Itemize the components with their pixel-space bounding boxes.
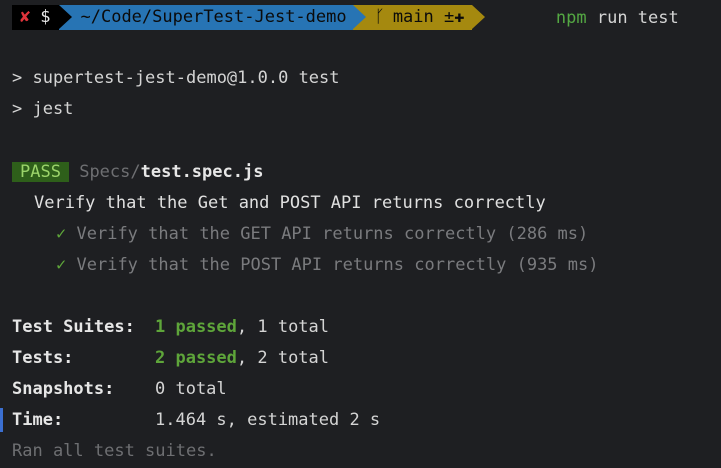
summary-total: , 2 total: [236, 348, 330, 368]
summary-label: Tests:: [12, 348, 74, 368]
command-program: npm: [555, 7, 587, 28]
npm-script-line: > supertest-jest-demo@1.0.0 test: [12, 68, 340, 88]
prompt-symbol: $: [40, 7, 51, 27]
prompt-git-segment: ᚴ main ±✚: [352, 5, 486, 30]
pass-badge: PASS: [12, 162, 69, 182]
shell-prompt: ✘ $ ~/Code/SuperTest-Jest-demo ᚴ main ±✚ n…: [12, 5, 679, 30]
spec-directory: Specs/: [79, 162, 141, 182]
summary-tests: Tests: 2 passed, 2 total: [12, 346, 329, 370]
error-status-icon: ✘: [20, 7, 31, 27]
prompt-directory-segment: ~/Code/SuperTest-Jest-demo: [58, 5, 366, 30]
summary-label: Time:: [12, 410, 64, 430]
summary-total: , 1 total: [236, 317, 330, 337]
summary-passed: 2 passed: [155, 348, 237, 368]
summary-snapshots: Snapshots: 0 total: [12, 377, 227, 401]
test-result-item: ✓ Verify that the POST API returns corre…: [56, 253, 598, 277]
powerline-separator-icon: [472, 5, 486, 29]
check-icon: ✓: [56, 224, 67, 244]
powerline-separator-icon: [58, 5, 72, 29]
summary-test-suites: Test Suites: 1 passed, 1 total: [12, 315, 329, 339]
prompt-status-segment: ✘ $: [12, 5, 72, 30]
test-name: Verify that the POST API returns correct…: [76, 255, 599, 275]
test-result-item: ✓ Verify that the GET API returns correc…: [56, 222, 588, 246]
summary-value: 1.464 s, estimated 2 s: [155, 410, 381, 430]
jest-command-line: > jest: [12, 99, 74, 119]
line-marker: [0, 408, 3, 432]
test-file-result: PASS Specs/test.spec.js: [12, 160, 263, 184]
check-icon: ✓: [56, 255, 67, 275]
summary-value: 0 total: [155, 379, 227, 399]
spec-filename: test.spec.js: [140, 162, 264, 182]
summary-label: Test Suites:: [12, 317, 135, 337]
powerline-separator-icon: [352, 5, 366, 29]
git-branch-icon: ᚴ: [374, 7, 385, 27]
git-branch-name: main ±✚: [392, 7, 465, 27]
ran-all-message: Ran all test suites.: [12, 441, 217, 461]
summary-passed: 1 passed: [155, 317, 237, 337]
summary-label: Snapshots:: [12, 379, 115, 399]
command-line: npm run test: [494, 0, 679, 48]
command-args: run test: [596, 7, 679, 28]
current-directory: ~/Code/SuperTest-Jest-demo: [80, 7, 347, 27]
summary-time: Time: 1.464 s, estimated 2 s: [12, 408, 380, 432]
test-name: Verify that the GET API returns correctl…: [76, 224, 589, 244]
describe-block-title: Verify that the Get and POST API returns…: [34, 193, 546, 213]
